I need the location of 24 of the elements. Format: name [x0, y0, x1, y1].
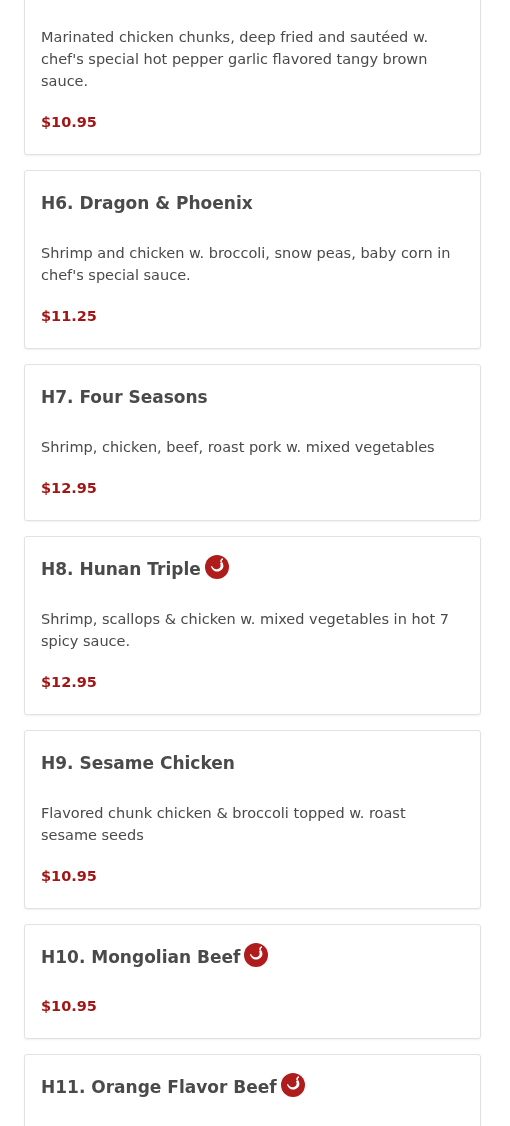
- dish-description: Marinated chicken chunks, deep fried and sautéed w. chef's special hot pepper garlic flavored tangy brown sauce.: [41, 28, 430, 91]
- dish-name: H10. Mongolian Beef: [41, 947, 241, 968]
- dish-price: $12.95: [41, 479, 98, 498]
- menu-item-card[interactable]: H6. Dragon & Phoenix Shrimp and chicken w. broccoli, snow peas, baby corn in chef's special sauce. $11.25: [24, 170, 481, 349]
- dish-name: H6. Dragon & Phoenix: [41, 193, 253, 214]
- dish-price: $10.95: [41, 113, 98, 132]
- dish-price: $11.25: [41, 307, 98, 326]
- dish-price: $10.95: [41, 997, 98, 1016]
- dish-description: Shrimp, chicken, beef, roast pork w. mixed vegetables: [41, 438, 436, 457]
- dish-name: H9. Sesame Chicken: [41, 753, 235, 774]
- menu-item-card[interactable]: H9. Sesame Chicken Flavored chunk chicken & broccoli topped w. roast sesame seeds $10.95: [24, 730, 481, 909]
- dish-description: Shrimp, scallops & chicken w. mixed vegetables in hot 7 spicy sauce.: [41, 610, 450, 651]
- menu-item-card[interactable]: H8. Hunan Triple Shrimp, scallops & chicken w. mixed vegetables in hot 7 spicy sauce. $12.95: [24, 536, 481, 715]
- menu-item-card[interactable]: H10. Mongolian Beef $10.95: [24, 924, 481, 1039]
- dish-price: $12.95: [41, 673, 98, 692]
- dish-description: Shrimp and chicken w. broccoli, snow peas, baby corn in chef's special sauce.: [41, 244, 452, 285]
- menu-item-card[interactable]: H7. Four Seasons Shrimp, chicken, beef, roast pork w. mixed vegetables $12.95: [24, 364, 481, 521]
- dish-name: H7. Four Seasons: [41, 387, 208, 408]
- menu-item-card[interactable]: H11. Orange Flavor Beef: [24, 1054, 481, 1126]
- dish-price: $10.95: [41, 867, 98, 886]
- dish-name: H11. Orange Flavor Beef: [41, 1077, 277, 1098]
- dish-description: Flavored chunk chicken & broccoli topped w. roast sesame seeds: [41, 804, 407, 845]
- dish-name: H8. Hunan Triple: [41, 559, 201, 580]
- menu-item-card[interactable]: Marinated chicken chunks, deep fried and sautéed w. chef's special hot pepper garlic flavored tangy brown sauce. $10.95: [24, 0, 481, 155]
